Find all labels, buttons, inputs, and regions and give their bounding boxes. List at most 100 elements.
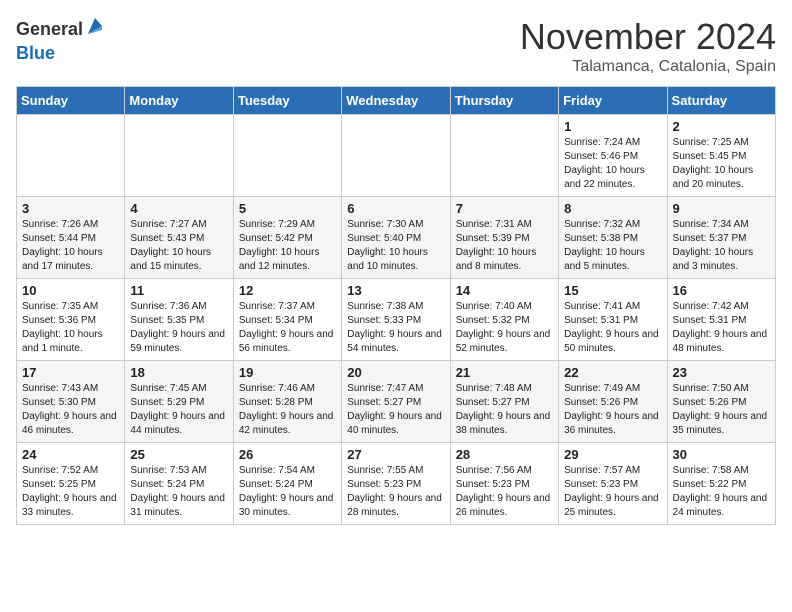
day-info: Sunrise: 7:49 AM Sunset: 5:26 PM Dayligh…	[564, 382, 661, 438]
calendar-day-cell	[17, 115, 125, 197]
day-info: Sunrise: 7:45 AM Sunset: 5:29 PM Dayligh…	[130, 382, 227, 438]
day-info: Sunrise: 7:57 AM Sunset: 5:23 PM Dayligh…	[564, 464, 661, 520]
calendar-day-header: Tuesday	[233, 87, 341, 115]
calendar-day-header: Friday	[559, 87, 667, 115]
calendar-day-cell: 2 Sunrise: 7:25 AM Sunset: 5:45 PM Daylig…	[667, 115, 775, 197]
day-info: Sunrise: 7:53 AM Sunset: 5:24 PM Dayligh…	[130, 464, 227, 520]
calendar-day-cell: 21 Sunrise: 7:48 AM Sunset: 5:27 PM Dayli…	[450, 361, 558, 443]
day-number: 7	[456, 201, 553, 216]
day-info: Sunrise: 7:48 AM Sunset: 5:27 PM Dayligh…	[456, 382, 553, 438]
calendar-week-row: 3Sunrise: 7:26 AM Sunset: 5:44 PM Daylig…	[17, 197, 776, 279]
day-number: 16	[673, 283, 770, 298]
day-number: 25	[130, 447, 227, 462]
day-info: Sunrise: 7:34 AM Sunset: 5:37 PM Dayligh…	[673, 218, 770, 274]
day-info: Sunrise: 7:38 AM Sunset: 5:33 PM Dayligh…	[347, 300, 444, 356]
calendar-day-cell: 1 Sunrise: 7:24 AM Sunset: 5:46 PM Daylig…	[559, 115, 667, 197]
day-info: Sunrise: 7:36 AM Sunset: 5:35 PM Dayligh…	[130, 300, 227, 356]
calendar-day-cell: 9 Sunrise: 7:34 AM Sunset: 5:37 PM Daylig…	[667, 197, 775, 279]
logo-general-text: General	[16, 20, 83, 40]
day-info: Sunrise: 7:58 AM Sunset: 5:22 PM Dayligh…	[673, 464, 770, 520]
day-number: 17	[22, 365, 119, 380]
day-number: 8	[564, 201, 661, 216]
day-info: Sunrise: 7:42 AM Sunset: 5:31 PM Dayligh…	[673, 300, 770, 356]
day-info: Sunrise: 7:55 AM Sunset: 5:23 PM Dayligh…	[347, 464, 444, 520]
header: General Blue November 2024 Talamanca, Ca…	[16, 16, 776, 76]
day-info: Sunrise: 7:30 AM Sunset: 5:40 PM Dayligh…	[347, 218, 444, 274]
calendar-day-cell: 28 Sunrise: 7:56 AM Sunset: 5:23 PM Dayli…	[450, 443, 558, 525]
day-number: 20	[347, 365, 444, 380]
day-number: 15	[564, 283, 661, 298]
calendar-day-cell: 13Sunrise: 7:38 AM Sunset: 5:33 PM Dayli…	[342, 279, 450, 361]
calendar-day-cell: 16 Sunrise: 7:42 AM Sunset: 5:31 PM Dayli…	[667, 279, 775, 361]
day-info: Sunrise: 7:24 AM Sunset: 5:46 PM Dayligh…	[564, 136, 661, 192]
day-number: 18	[130, 365, 227, 380]
day-number: 12	[239, 283, 336, 298]
logo-icon	[84, 16, 106, 38]
calendar-day-cell: 24Sunrise: 7:52 AM Sunset: 5:25 PM Dayli…	[17, 443, 125, 525]
calendar-day-cell: 6 Sunrise: 7:30 AM Sunset: 5:40 PM Daylig…	[342, 197, 450, 279]
month-title: November 2024	[520, 16, 776, 58]
day-number: 21	[456, 365, 553, 380]
day-number: 23	[673, 365, 770, 380]
calendar-day-header: Saturday	[667, 87, 775, 115]
calendar-week-row: 1 Sunrise: 7:24 AM Sunset: 5:46 PM Daylig…	[17, 115, 776, 197]
day-info: Sunrise: 7:27 AM Sunset: 5:43 PM Dayligh…	[130, 218, 227, 274]
day-info: Sunrise: 7:46 AM Sunset: 5:28 PM Dayligh…	[239, 382, 336, 438]
calendar-day-cell: 8 Sunrise: 7:32 AM Sunset: 5:38 PM Daylig…	[559, 197, 667, 279]
calendar-day-cell: 17 Sunrise: 7:43 AM Sunset: 5:30 PM Dayli…	[17, 361, 125, 443]
day-info: Sunrise: 7:47 AM Sunset: 5:27 PM Dayligh…	[347, 382, 444, 438]
day-info: Sunrise: 7:50 AM Sunset: 5:26 PM Dayligh…	[673, 382, 770, 438]
day-info: Sunrise: 7:41 AM Sunset: 5:31 PM Dayligh…	[564, 300, 661, 356]
calendar-day-cell: 10 Sunrise: 7:35 AM Sunset: 5:36 PM Dayli…	[17, 279, 125, 361]
day-number: 3	[22, 201, 119, 216]
calendar-day-cell: 5Sunrise: 7:29 AM Sunset: 5:42 PM Daylig…	[233, 197, 341, 279]
calendar-day-header: Monday	[125, 87, 233, 115]
calendar-header-row: SundayMondayTuesdayWednesdayThursdayFrid…	[17, 87, 776, 115]
calendar-day-cell	[125, 115, 233, 197]
day-number: 27	[347, 447, 444, 462]
day-number: 1	[564, 119, 661, 134]
day-number: 28	[456, 447, 553, 462]
calendar-day-header: Sunday	[17, 87, 125, 115]
calendar-day-cell: 27 Sunrise: 7:55 AM Sunset: 5:23 PM Dayli…	[342, 443, 450, 525]
calendar-day-header: Thursday	[450, 87, 558, 115]
day-number: 26	[239, 447, 336, 462]
calendar-day-cell: 26 Sunrise: 7:54 AM Sunset: 5:24 PM Dayli…	[233, 443, 341, 525]
day-info: Sunrise: 7:54 AM Sunset: 5:24 PM Dayligh…	[239, 464, 336, 520]
calendar-day-cell: 12 Sunrise: 7:37 AM Sunset: 5:34 PM Dayli…	[233, 279, 341, 361]
title-block: November 2024 Talamanca, Catalonia, Spai…	[520, 16, 776, 76]
day-number: 6	[347, 201, 444, 216]
day-info: Sunrise: 7:25 AM Sunset: 5:45 PM Dayligh…	[673, 136, 770, 192]
day-number: 10	[22, 283, 119, 298]
day-number: 4	[130, 201, 227, 216]
main-container: General Blue November 2024 Talamanca, Ca…	[0, 0, 792, 541]
calendar-day-cell: 22 Sunrise: 7:49 AM Sunset: 5:26 PM Dayli…	[559, 361, 667, 443]
calendar-day-cell	[233, 115, 341, 197]
logo: General Blue	[16, 16, 106, 64]
day-number: 22	[564, 365, 661, 380]
day-number: 11	[130, 283, 227, 298]
day-info: Sunrise: 7:43 AM Sunset: 5:30 PM Dayligh…	[22, 382, 119, 438]
day-info: Sunrise: 7:32 AM Sunset: 5:38 PM Dayligh…	[564, 218, 661, 274]
day-info: Sunrise: 7:37 AM Sunset: 5:34 PM Dayligh…	[239, 300, 336, 356]
calendar-day-cell: 4 Sunrise: 7:27 AM Sunset: 5:43 PM Daylig…	[125, 197, 233, 279]
calendar-day-cell: 3Sunrise: 7:26 AM Sunset: 5:44 PM Daylig…	[17, 197, 125, 279]
day-number: 14	[456, 283, 553, 298]
calendar-day-cell: 18 Sunrise: 7:45 AM Sunset: 5:29 PM Dayli…	[125, 361, 233, 443]
day-number: 24	[22, 447, 119, 462]
day-number: 9	[673, 201, 770, 216]
calendar-day-cell: 7Sunrise: 7:31 AM Sunset: 5:39 PM Daylig…	[450, 197, 558, 279]
day-info: Sunrise: 7:40 AM Sunset: 5:32 PM Dayligh…	[456, 300, 553, 356]
day-info: Sunrise: 7:35 AM Sunset: 5:36 PM Dayligh…	[22, 300, 119, 356]
calendar-day-cell: 30Sunrise: 7:58 AM Sunset: 5:22 PM Dayli…	[667, 443, 775, 525]
day-number: 29	[564, 447, 661, 462]
day-number: 2	[673, 119, 770, 134]
day-info: Sunrise: 7:29 AM Sunset: 5:42 PM Dayligh…	[239, 218, 336, 274]
calendar-day-cell: 29 Sunrise: 7:57 AM Sunset: 5:23 PM Dayli…	[559, 443, 667, 525]
calendar-week-row: 17 Sunrise: 7:43 AM Sunset: 5:30 PM Dayli…	[17, 361, 776, 443]
calendar-week-row: 10 Sunrise: 7:35 AM Sunset: 5:36 PM Dayli…	[17, 279, 776, 361]
calendar-day-header: Wednesday	[342, 87, 450, 115]
day-info: Sunrise: 7:56 AM Sunset: 5:23 PM Dayligh…	[456, 464, 553, 520]
calendar-day-cell: 25 Sunrise: 7:53 AM Sunset: 5:24 PM Dayli…	[125, 443, 233, 525]
logo-blue-text: Blue	[16, 44, 106, 64]
